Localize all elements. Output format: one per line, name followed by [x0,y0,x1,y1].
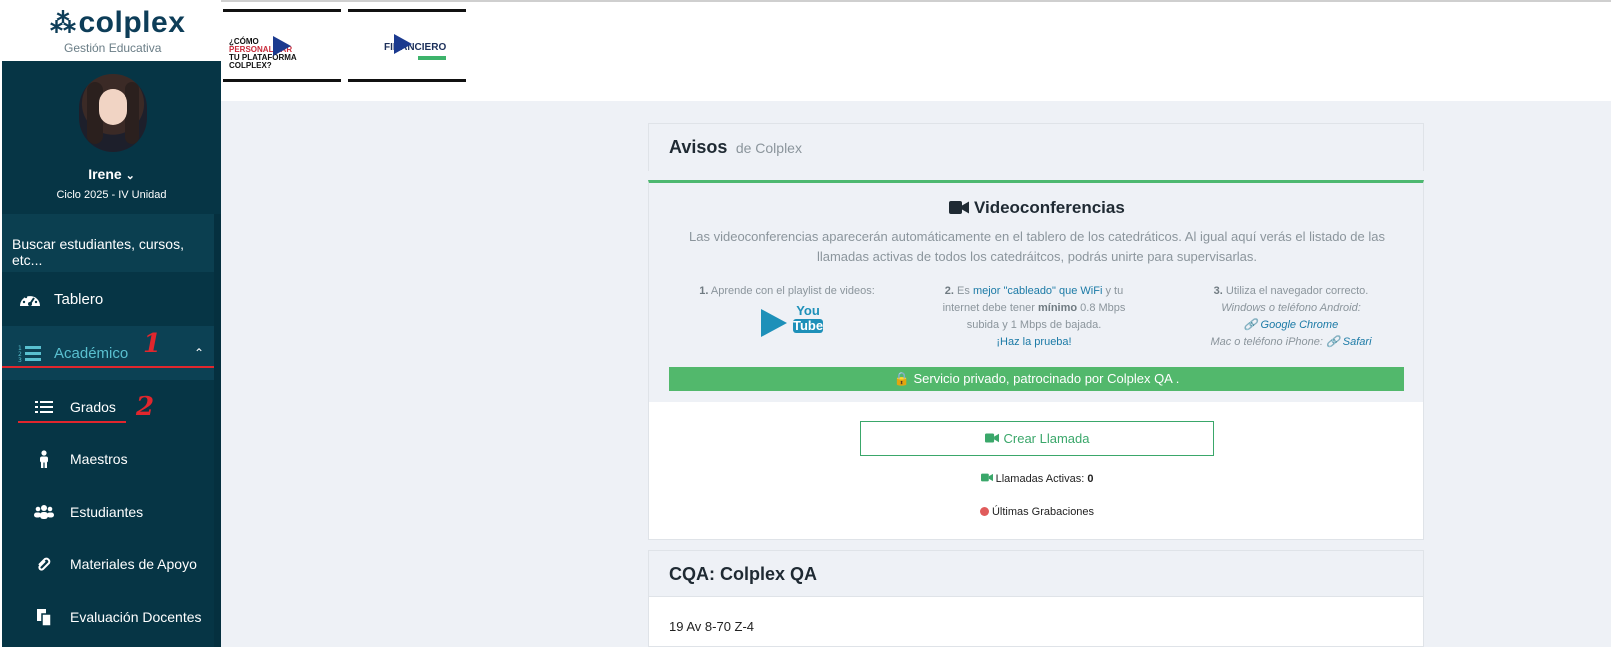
tip-connection: 2. Es mejor "cableado" que WiFi y tu int… [942,285,1126,348]
play-icon [273,36,291,56]
tip-browser: 3. Utiliza el navegador correcto. Window… [1191,283,1391,351]
link-icon: 🔗 [1326,336,1340,348]
dashboard-icon [16,287,44,311]
sidebar-subitem-label: Maestros [70,451,128,467]
banner-financiero[interactable]: FINANCIERO [348,9,466,82]
sidebar-item-academico[interactable]: 123 Académico ⌃ [2,326,214,380]
chevron-up-icon: ⌃ [193,346,204,360]
videoconference-title: Videoconferencias [649,198,1425,218]
record-icon [979,507,989,516]
chevron-down-icon: ⌄ [125,170,135,182]
video-camera-icon [984,431,999,446]
safari-link[interactable]: 🔗 Safari [1326,336,1372,348]
sidebar-subitem-label: Estudiantes [70,504,144,520]
sidebar-subitem-evaluacion[interactable]: Evaluación Docentes [2,591,214,643]
app-logo: ⁂colplex [50,6,186,39]
video-camera-icon [980,473,993,485]
play-icon [761,309,787,337]
sidebar-subitem-estudiantes[interactable]: Estudiantes [2,486,214,538]
avisos-subtitle: de Colplex [735,140,802,156]
sidebar-subitem-materiales[interactable]: Materiales de Apoyo [2,538,214,590]
sidebar-subitem-label: Materiales de Apoyo [70,556,197,572]
sidebar-subitem-grados[interactable]: Grados [2,381,214,433]
sidebar-item-label: Tablero [54,290,104,308]
videoconference-panel: Videoconferencias Las videoconferencias … [648,180,1424,402]
chrome-link[interactable]: 🔗 Google Chrome [1191,317,1391,334]
users-icon [34,502,54,522]
speed-test-link[interactable]: ¡Haz la prueba! [996,336,1071,348]
sidebar-subitem-label: Grados [70,399,116,415]
sidebar-scrollbar[interactable] [214,214,221,647]
tip-playlist: 1. Aprende con el playlist de videos: Yo… [687,283,887,344]
list-icon [34,397,54,417]
sidebar-item-tablero[interactable]: Tablero [2,272,214,326]
play-icon [394,34,412,54]
school-title: CQA: Colplex QA [649,551,1423,597]
banner-accent [418,56,446,60]
user-menu[interactable]: Irene ⌄ [2,166,221,182]
sidebar-subitem-maestros[interactable]: Maestros [2,433,214,485]
sidebar: ⁂colplex Gestión Educativa Irene ⌄ Ciclo… [2,0,221,647]
private-service-banner: 🔒 Servicio privado, patrocinado por Colp… [669,367,1404,391]
app-logo-subtitle: Gestión Educativa [64,41,162,55]
school-address: 19 Av 8-70 Z-4 [669,619,755,634]
sidebar-item-label: Académico [54,344,129,362]
person-icon [34,449,54,469]
sidebar-subitem-label: Evaluación Docentes [70,609,202,625]
logo-area[interactable]: ⁂colplex Gestión Educativa [2,0,221,61]
avisos-card: Avisos de Colplex [648,123,1424,171]
link-icon: 🔗 [1243,319,1258,331]
annotation-underline-2 [18,421,126,423]
lock-icon: 🔒 [893,371,910,386]
user-name: Irene [88,166,122,182]
banner-personalizar[interactable]: ¿CÓMO PERSONALIZAR TU PLATAFORMA COLPLEX… [223,9,341,82]
top-border [221,0,1611,2]
wifi-tip-link[interactable]: mejor "cableado" que WiFi [973,285,1102,297]
video-camera-icon [949,198,974,217]
recent-recordings[interactable]: Últimas Grabaciones [649,506,1425,518]
paperclip-icon [34,554,54,574]
annotation-number-1: 1 [143,329,162,359]
copy-icon [34,607,54,627]
svg-text:3: 3 [18,357,22,363]
annotation-underline-1 [2,366,214,368]
youtube-icon: You Tube [793,303,824,333]
calls-section: Crear Llamada Llamadas Activas: 0 Última… [648,402,1424,540]
sidebar-search[interactable]: Buscar estudiantes, cursos, etc... [2,214,214,272]
annotation-number-2: 2 [136,392,155,422]
active-calls-count: 0 [1087,473,1094,485]
active-calls: Llamadas Activas: 0 [649,473,1425,485]
youtube-link[interactable]: You Tube [687,304,887,344]
user-cycle: Ciclo 2025 - IV Unidad [56,189,167,201]
create-call-button[interactable]: Crear Llamada [860,421,1214,456]
search-input[interactable]: Buscar estudiantes, cursos, etc... [12,236,214,268]
videoconference-description: Las videoconferencias aparecerán automát… [689,229,1385,264]
avisos-title: Avisos [669,137,728,157]
avatar[interactable] [79,74,147,152]
school-card: CQA: Colplex QA 19 Av 8-70 Z-4 [648,550,1424,647]
list-ordered-icon: 123 [16,341,44,365]
